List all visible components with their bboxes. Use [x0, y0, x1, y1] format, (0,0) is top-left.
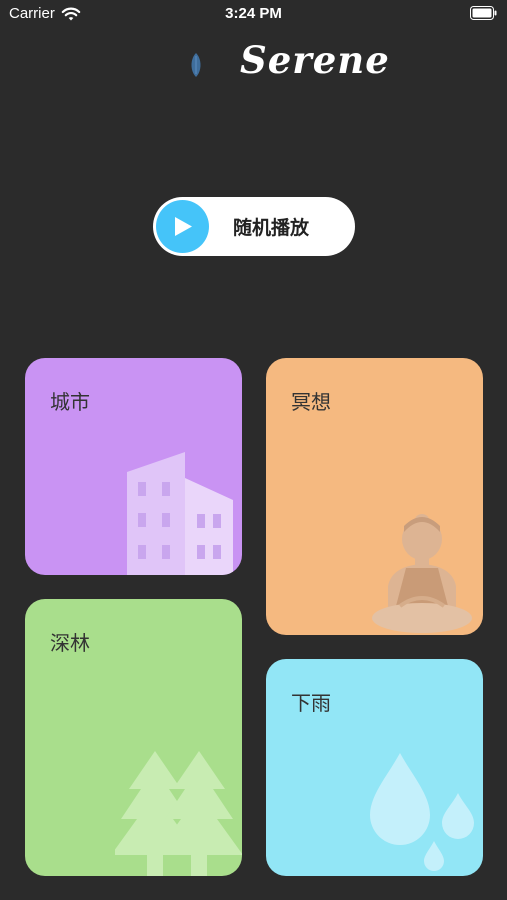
card-rain[interactable]: 下雨	[266, 659, 483, 876]
card-label-city: 城市	[50, 390, 90, 414]
leaf-icon	[191, 53, 201, 77]
play-button-circle[interactable]	[156, 200, 209, 253]
meditating-person-icon	[372, 514, 472, 633]
raindrops-icon	[370, 753, 474, 871]
play-icon	[175, 217, 192, 236]
random-play-button[interactable]: 随机播放	[153, 197, 355, 256]
buildings-icon	[127, 452, 233, 575]
card-label-rain: 下雨	[291, 691, 331, 715]
random-play-label: 随机播放	[233, 217, 310, 239]
app-screen: Carrier 3:24 PM Serene 随机播放 城市 冥想 深林 下雨	[0, 0, 507, 900]
card-forest[interactable]: 深林	[25, 599, 242, 876]
status-bar: Carrier 3:24 PM	[0, 0, 507, 28]
card-city[interactable]: 城市	[25, 358, 242, 575]
card-meditation[interactable]: 冥想	[266, 358, 483, 635]
app-logo: Serene	[0, 38, 507, 88]
card-label-forest: 深林	[50, 631, 90, 655]
pine-trees-icon	[115, 751, 242, 876]
battery-icon	[470, 6, 497, 20]
brand-name: Serene	[240, 38, 390, 82]
status-time: 3:24 PM	[225, 5, 282, 22]
card-label-meditation: 冥想	[291, 390, 331, 414]
